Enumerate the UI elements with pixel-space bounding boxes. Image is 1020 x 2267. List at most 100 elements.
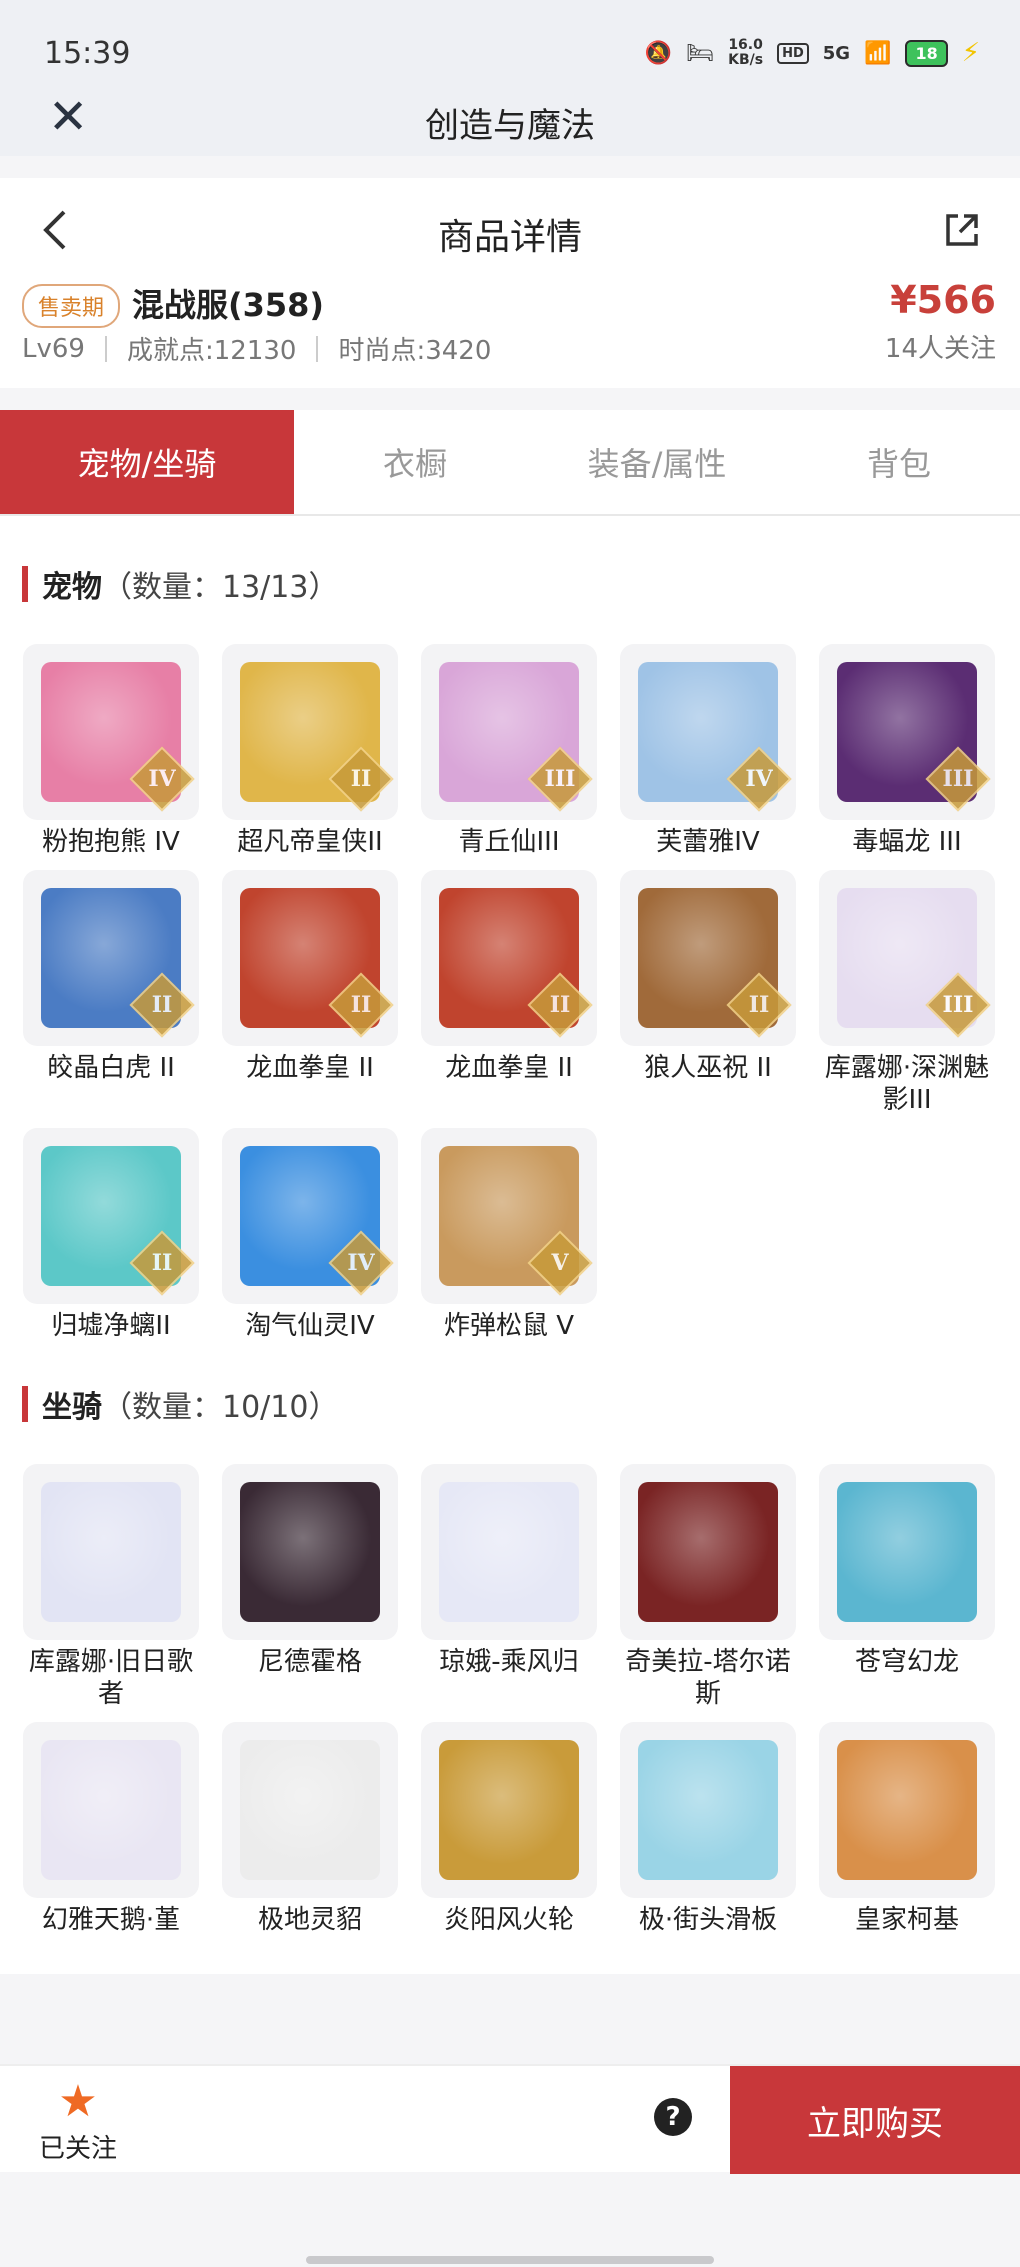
pet-item-name: 龙血拳皇 II (445, 1053, 573, 1083)
home-indicator[interactable] (306, 2256, 714, 2264)
pet-item-name: 粉抱抱熊 IV (42, 827, 180, 857)
pet-item[interactable]: II 龙血拳皇 II (421, 870, 597, 1116)
pet-item[interactable]: IV 粉抱抱熊 IV (23, 644, 199, 858)
battery-icon: 18 (905, 39, 948, 67)
buy-now-button[interactable]: 立即购买 (730, 2066, 1020, 2174)
tab-wardrobe[interactable]: 衣橱 (294, 410, 536, 514)
mount-item-name: 极·街头滑板 (638, 1905, 778, 1935)
pets-grid: IV 粉抱抱熊 IV II 超凡帝皇侠II III 青丘仙III IV 芙蕾雅IV III 毒蝠龙… (0, 644, 1020, 1354)
mounts-section-title: 坐骑 （数量：10/10） (0, 1384, 1020, 1425)
pet-item-name: 芙蕾雅IV (656, 827, 760, 857)
pet-item[interactable]: V 炸弹松鼠 V (421, 1128, 597, 1342)
pet-item-thumbnail: II (23, 870, 199, 1046)
pet-item-thumbnail: II (222, 644, 398, 820)
pet-item-name: 狼人巫祝 II (644, 1053, 772, 1083)
section-marker (22, 566, 28, 602)
mount-item-image (837, 1482, 977, 1622)
status-time: 15:39 (44, 36, 131, 71)
pet-item-name: 库露娜·深渊魅影III (824, 1053, 990, 1115)
pet-item[interactable]: III 库露娜·深渊魅影III (819, 870, 995, 1116)
divider (316, 335, 319, 362)
content: 宠物 （数量：13/13） IV 粉抱抱熊 IV II 超凡帝皇侠II III 青丘仙II… (0, 516, 1020, 1974)
mount-item-image (240, 1482, 380, 1622)
mount-item-image (638, 1740, 778, 1880)
mount-item[interactable]: 皇家柯基 (819, 1722, 995, 1936)
mount-item[interactable]: 极地灵貂 (222, 1722, 398, 1936)
mute-bell-icon: 🔕 (644, 40, 673, 66)
mount-item-thumbnail (620, 1464, 796, 1640)
charging-icon: ⚡ (961, 38, 980, 68)
mount-item-thumbnail (222, 1464, 398, 1640)
mount-item-thumbnail (421, 1722, 597, 1898)
price: ¥566 (890, 278, 996, 322)
pet-item[interactable]: II 狼人巫祝 II (620, 870, 796, 1116)
sale-badge: 售卖期 (22, 284, 121, 328)
mount-item-name: 苍穹幻龙 (854, 1647, 959, 1677)
section-marker (22, 1386, 28, 1422)
pet-item-thumbnail: II (222, 870, 398, 1046)
mount-item-image (41, 1482, 181, 1622)
share-icon[interactable] (944, 212, 980, 248)
mount-item[interactable]: 库露娜·旧日歌者 (23, 1464, 199, 1710)
app-bar: ✕ 创造与魔法 (0, 90, 1020, 156)
star-icon: ★ (58, 2076, 98, 2127)
mount-item-image (439, 1740, 579, 1880)
mount-item-thumbnail (23, 1722, 199, 1898)
nav-row: 商品详情 (0, 178, 1020, 288)
page-title: 商品详情 (437, 217, 582, 258)
mount-item[interactable]: 炎阳风火轮 (421, 1722, 597, 1936)
mount-item-image (638, 1482, 778, 1622)
pet-item-name: 龙血拳皇 II (246, 1053, 374, 1083)
mount-item-thumbnail (23, 1464, 199, 1640)
mount-item-name: 皇家柯基 (854, 1905, 959, 1935)
pet-item-thumbnail: IV (620, 644, 796, 820)
mount-item[interactable]: 幻雅天鹅·堇 (23, 1722, 199, 1936)
pet-item-name: 超凡帝皇侠II (237, 827, 383, 857)
level: Lv69 (22, 333, 85, 364)
pets-section-title: 宠物 （数量：13/13） (0, 564, 1020, 605)
follow-button[interactable]: ★ 已关注 (38, 2080, 118, 2165)
tab-equipment[interactable]: 装备/属性 (536, 410, 778, 514)
mount-item-thumbnail (222, 1722, 398, 1898)
mount-item-name: 奇美拉-塔尔诺斯 (625, 1647, 791, 1709)
pet-item[interactable]: III 青丘仙III (421, 644, 597, 858)
tab-pets-mounts[interactable]: 宠物/坐骑 (0, 410, 294, 514)
pet-item-thumbnail: II (620, 870, 796, 1046)
mount-item[interactable]: 琼娥-乘风归 (421, 1464, 597, 1710)
pet-item-thumbnail: V (421, 1128, 597, 1304)
pet-item[interactable]: II 归墟净螭II (23, 1128, 199, 1342)
pet-item[interactable]: III 毒蝠龙 III (819, 644, 995, 858)
mount-item-name: 极地灵貂 (257, 1905, 362, 1935)
mount-item[interactable]: 苍穹幻龙 (819, 1464, 995, 1710)
mount-item-name: 库露娜·旧日歌者 (28, 1647, 194, 1709)
pet-item-name: 皎晶白虎 II (47, 1053, 175, 1083)
mount-item-image (439, 1482, 579, 1622)
network-speed: 16.0 KB/s (728, 37, 764, 68)
fashion-points: 时尚点:3420 (338, 336, 492, 366)
pet-item-thumbnail: III (819, 870, 995, 1046)
pet-item[interactable]: IV 淘气仙灵IV (222, 1128, 398, 1342)
pet-item[interactable]: II 龙血拳皇 II (222, 870, 398, 1116)
pet-item-name: 归墟净螭II (51, 1311, 171, 1341)
achievement-points: 成就点:12130 (126, 336, 297, 366)
status-icons: 🔕 🛏 16.0 KB/s HD 5G 📶 18 ⚡ (644, 37, 980, 69)
mount-item-name: 琼娥-乘风归 (439, 1647, 579, 1677)
mount-item[interactable]: 尼德霍格 (222, 1464, 398, 1710)
mount-item-thumbnail (819, 1722, 995, 1898)
help-icon[interactable]: ? (654, 2098, 692, 2136)
pet-item[interactable]: II 超凡帝皇侠II (222, 644, 398, 858)
divider (104, 335, 107, 362)
mount-item-thumbnail (819, 1464, 995, 1640)
mount-item[interactable]: 极·街头滑板 (620, 1722, 796, 1936)
follow-label: 已关注 (38, 2134, 117, 2164)
mount-item-thumbnail (421, 1464, 597, 1640)
stats-row: Lv69 成就点:12130 时尚点:3420 (22, 330, 491, 367)
tab-backpack[interactable]: 背包 (778, 410, 1020, 514)
mount-item[interactable]: 奇美拉-塔尔诺斯 (620, 1464, 796, 1710)
server-name: 混战服(358) (132, 286, 325, 324)
pet-item-thumbnail: III (819, 644, 995, 820)
pet-item-name: 炸弹松鼠 V (443, 1311, 575, 1341)
mount-item-thumbnail (620, 1722, 796, 1898)
pet-item[interactable]: II 皎晶白虎 II (23, 870, 199, 1116)
pet-item[interactable]: IV 芙蕾雅IV (620, 644, 796, 858)
